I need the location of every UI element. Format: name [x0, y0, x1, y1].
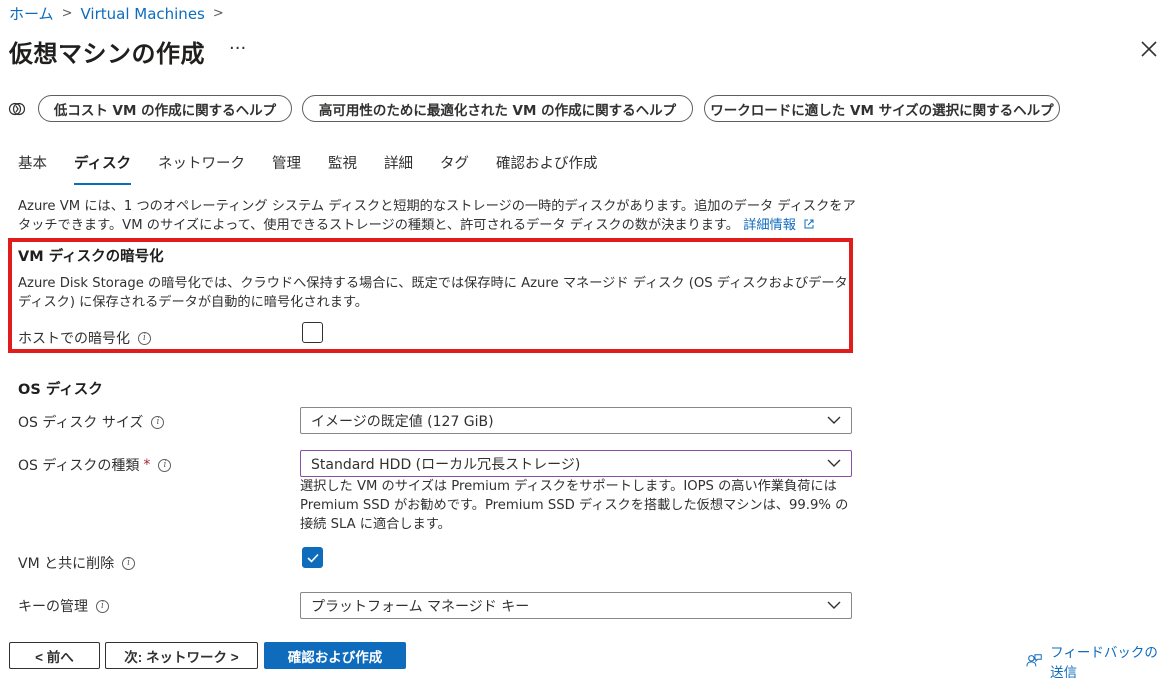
learn-more-label: 詳細情報: [743, 218, 796, 233]
delete-with-vm-checkbox[interactable]: [302, 547, 323, 568]
os-disk-type-label: OS ディスクの種類: [18, 458, 140, 474]
tab-basics[interactable]: 基本: [18, 152, 47, 185]
chevron-right-icon: >: [61, 6, 73, 21]
tab-management[interactable]: 管理: [272, 152, 301, 185]
chevron-down-icon: [827, 416, 841, 424]
os-disk-size-label-row: OS ディスク サイズ i: [18, 412, 165, 432]
learn-more-link[interactable]: 詳細情報: [743, 218, 815, 233]
os-disk-size-label: OS ディスク サイズ: [18, 415, 144, 431]
info-icon[interactable]: i: [151, 415, 165, 429]
tab-monitoring[interactable]: 監視: [328, 152, 357, 185]
feedback-label: フィードバックの送信: [1050, 645, 1158, 678]
chevron-down-icon: [827, 459, 841, 467]
help-vm-size-button[interactable]: ワークロードに適した VM サイズの選択に関するヘルプ: [704, 95, 1060, 122]
feedback-icon: [1026, 654, 1042, 667]
chevron-right-icon: >: [212, 6, 224, 21]
required-asterisk: *: [143, 457, 151, 473]
info-icon[interactable]: i: [138, 331, 151, 345]
os-disk-type-dropdown[interactable]: Standard HDD (ローカル冗長ストレージ): [300, 450, 852, 477]
help-high-availability-vm-button[interactable]: 高可用性のために最適化された VM の作成に関するヘルプ: [302, 95, 693, 122]
intro-description: Azure VM には、1 つのオペレーティング システム ディスクと短期的なス…: [18, 199, 856, 233]
help-low-cost-vm-button[interactable]: 低コスト VM の作成に関するヘルプ: [38, 95, 292, 122]
tab-review-create[interactable]: 確認および作成: [496, 152, 598, 185]
os-disk-type-label-row: OS ディスクの種類 * i: [18, 455, 172, 475]
close-icon[interactable]: [1138, 38, 1160, 60]
tab-tags[interactable]: タグ: [440, 152, 469, 185]
os-disk-size-value: イメージの既定値 (127 GiB): [311, 413, 494, 430]
os-disk-heading: OS ディスク: [18, 382, 103, 398]
breadcrumb-virtual-machines-link[interactable]: Virtual Machines: [80, 5, 204, 23]
os-disk-size-dropdown[interactable]: イメージの既定値 (127 GiB): [300, 407, 852, 434]
os-disk-type-value: Standard HDD (ローカル冗長ストレージ): [311, 456, 581, 473]
chevron-down-icon: [827, 601, 841, 609]
tab-advanced[interactable]: 詳細: [384, 152, 413, 185]
key-management-label-row: キーの管理 i: [18, 596, 109, 616]
checkmark-icon: [306, 553, 319, 563]
encryption-section-title: VM ディスクの暗号化: [18, 249, 164, 265]
tab-networking[interactable]: ネットワーク: [158, 152, 245, 185]
external-link-icon: [804, 219, 814, 229]
key-management-label: キーの管理: [18, 599, 88, 615]
host-encryption-checkbox[interactable]: [302, 322, 323, 343]
info-icon[interactable]: i: [122, 556, 136, 570]
disks-intro-text: Azure VM には、1 つのオペレーティング システム ディスクと短期的なス…: [18, 197, 858, 235]
host-encryption-label: ホストでの暗号化: [18, 331, 130, 347]
more-icon[interactable]: ···: [229, 38, 246, 59]
feedback-link[interactable]: フィードバックの送信: [1026, 641, 1171, 678]
breadcrumb: ホーム > Virtual Machines >: [9, 3, 224, 24]
key-management-dropdown[interactable]: プラットフォーム マネージド キー: [300, 592, 852, 619]
delete-with-vm-label-row: VM と共に削除 i: [18, 553, 136, 573]
review-create-button[interactable]: 確認および作成: [264, 642, 406, 669]
info-icon[interactable]: i: [158, 458, 172, 472]
key-management-value: プラットフォーム マネージド キー: [311, 598, 530, 615]
encryption-description: Azure Disk Storage の暗号化では、クラウドへ保持する場合に、既…: [18, 276, 848, 310]
tab-bar: 基本 ディスク ネットワーク 管理 監視 詳細 タグ 確認および作成: [18, 152, 598, 185]
info-icon[interactable]: i: [96, 599, 109, 613]
page-title: 仮想マシンの作成: [9, 40, 205, 68]
host-encryption-label-row: ホストでの暗号化 i: [18, 328, 151, 348]
delete-with-vm-label: VM と共に削除: [18, 556, 115, 572]
breadcrumb-home-link[interactable]: ホーム: [9, 3, 54, 24]
previous-button[interactable]: < 前へ: [9, 642, 100, 669]
help-icon: [6, 98, 28, 120]
tab-disks[interactable]: ディスク: [74, 152, 131, 185]
help-buttons-row: 低コスト VM の作成に関するヘルプ 高可用性のために最適化された VM の作成…: [6, 95, 1060, 122]
next-networking-button[interactable]: 次: ネットワーク >: [105, 642, 258, 669]
premium-disk-note: 選択した VM のサイズは Premium ディスクをサポートします。IOPS …: [300, 479, 849, 532]
